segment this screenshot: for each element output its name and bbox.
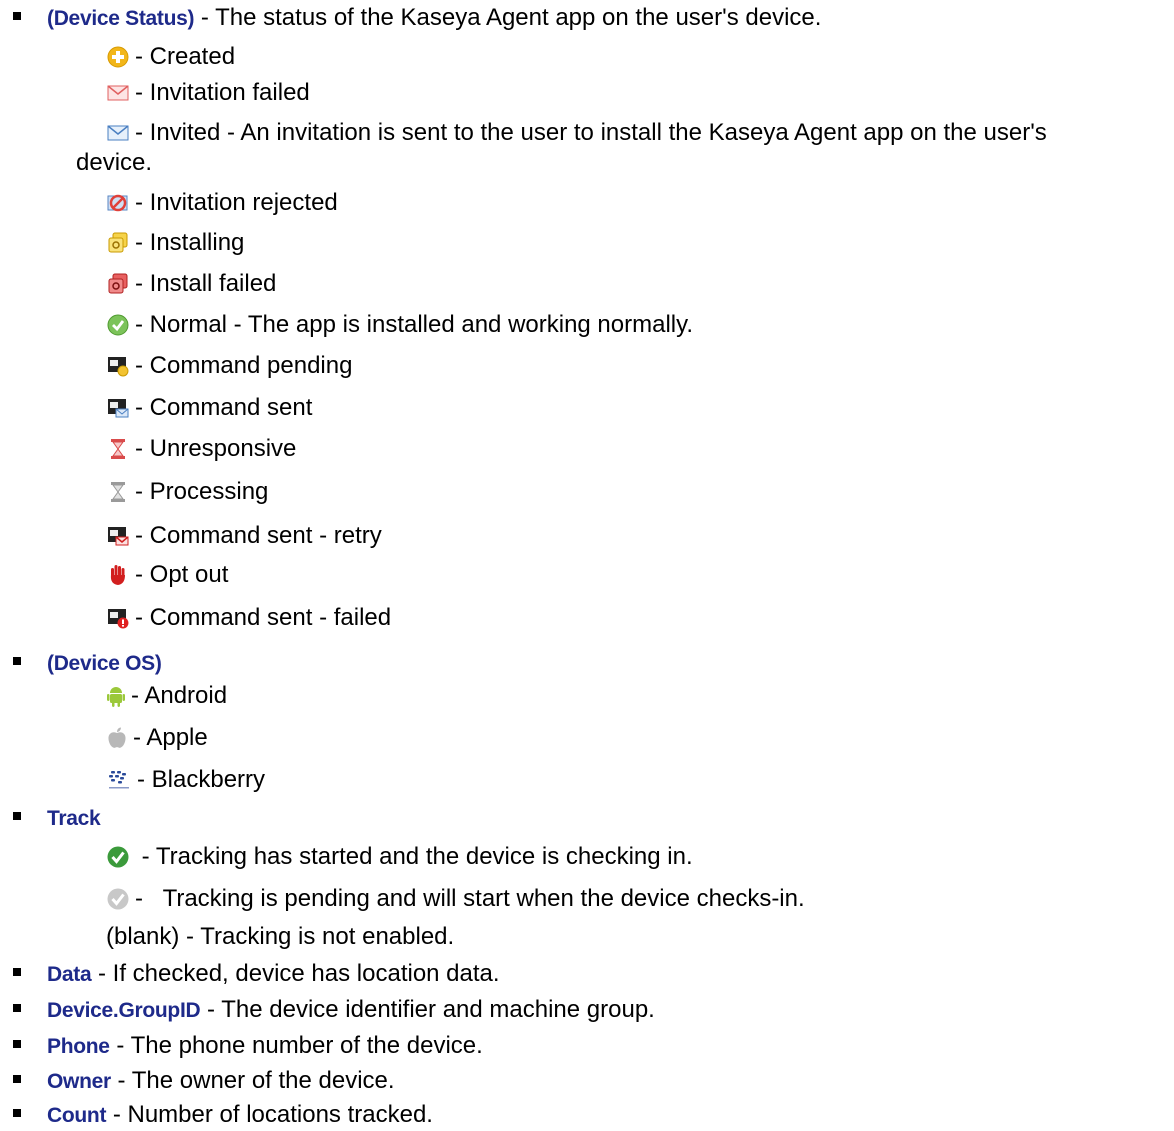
check-circle-gray-icon [107,888,129,910]
invitation-rejected-icon [107,192,129,214]
command-pending-icon [107,355,129,377]
field-term: Device.GroupID [47,999,201,1022]
bullet [13,1075,21,1083]
blackberry-icon [107,769,131,791]
status-label: - Processing [135,478,269,505]
bullet [13,1109,21,1117]
field-term: Owner [47,1070,111,1093]
track-term: Track [47,807,101,830]
field-phone: Phone - The phone number of the device. [13,1031,483,1062]
device-os-term: (Device OS) [47,652,162,675]
command-sent-failed-icon [107,607,129,629]
install-failed-icon [107,273,129,295]
bullet [13,1040,21,1048]
track-entry: Track [13,803,101,834]
check-circle-dark-green-icon [107,846,129,868]
device-status-entry: (Device Status) - The status of the Kase… [13,3,822,34]
status-command-sent: - Command sent [107,393,312,423]
status-label: - Command sent - failed [135,604,392,631]
field-description: - The phone number of the device. [109,1032,483,1059]
track-blank: (blank) - Tracking is not enabled. [106,923,455,950]
bullet [13,812,21,820]
track-started: - Tracking has started and the device is… [107,842,693,872]
check-circle-green-icon [107,314,129,336]
status-label: - Invitation rejected [135,189,338,216]
status-created: - Created [107,42,235,72]
status-label: - Invited - An invitation is sent to the… [135,119,1047,146]
hourglass-red-icon [107,438,129,460]
os-label: - Apple [133,724,208,751]
track-label: - Tracking has started and the device is… [135,843,693,870]
status-label: - Unresponsive [135,435,297,462]
status-command-sent-retry: - Command sent - retry [107,521,382,551]
plus-circle-icon [107,46,129,68]
status-label: - Install failed [135,270,277,297]
envelope-blue-icon [107,122,129,144]
track-pending: - Tracking is pending and will start whe… [107,884,805,914]
field-description: - The owner of the device. [110,1067,395,1094]
status-label: - Created [135,43,236,70]
envelope-red-icon [107,82,129,104]
bullet [13,657,21,665]
device-status-description: - The status of the Kaseya Agent app on … [194,4,822,31]
status-command-pending: - Command pending [107,351,352,381]
status-label: - Installing [135,229,245,256]
field-description: - The device identifier and machine grou… [200,996,655,1023]
bullet [13,12,21,20]
status-invitation-rejected: - Invitation rejected [107,188,338,218]
status-invited: - Invited - An invitation is sent to the… [107,118,1047,148]
hand-stop-icon [107,564,129,586]
field-device-groupid: Device.GroupID - The device identifier a… [13,995,655,1026]
status-unresponsive: - Unresponsive [107,434,296,464]
field-data: Data - If checked, device has location d… [13,959,500,990]
field-term: Count [47,1104,107,1127]
status-processing: - Processing [107,477,268,507]
track-label: - Tracking is pending and will start whe… [135,885,805,912]
device-status-term: (Device Status) [47,7,195,30]
status-label: - Invitation failed [135,79,310,106]
status-invitation-failed: - Invitation failed [107,78,310,108]
status-install-failed: - Install failed [107,269,276,299]
status-label: - Command sent - retry [135,522,382,549]
field-count: Count - Number of locations tracked. [13,1100,433,1131]
device-os-entry: (Device OS) [13,648,162,679]
android-icon [107,685,125,707]
os-label: - Blackberry [137,766,266,793]
installing-icon [107,232,129,254]
bullet [13,1004,21,1012]
field-term: Phone [47,1035,110,1058]
os-label: - Android [131,682,228,709]
status-opt-out: - Opt out [107,560,228,590]
bullet [13,968,21,976]
field-description: - If checked, device has location data. [91,960,500,987]
command-sent-icon [107,397,129,419]
status-normal: - Normal - The app is installed and work… [107,310,693,340]
status-invited-continuation: device. [76,149,153,176]
field-description: - Number of locations tracked. [106,1101,433,1128]
status-label: - Command sent [135,394,313,421]
os-blackberry: - Blackberry [107,765,265,795]
field-term: Data [47,963,92,986]
hourglass-gray-icon [107,481,129,503]
os-android: - Android [107,681,227,711]
field-owner: Owner - The owner of the device. [13,1066,395,1097]
status-installing: - Installing [107,228,244,258]
apple-icon [107,727,127,749]
status-command-sent-failed: - Command sent - failed [107,603,391,633]
os-apple: - Apple [107,723,208,753]
status-label: - Normal - The app is installed and work… [135,311,694,338]
status-label: - Opt out [135,561,229,588]
status-label: - Command pending [135,352,353,379]
command-sent-retry-icon [107,525,129,547]
